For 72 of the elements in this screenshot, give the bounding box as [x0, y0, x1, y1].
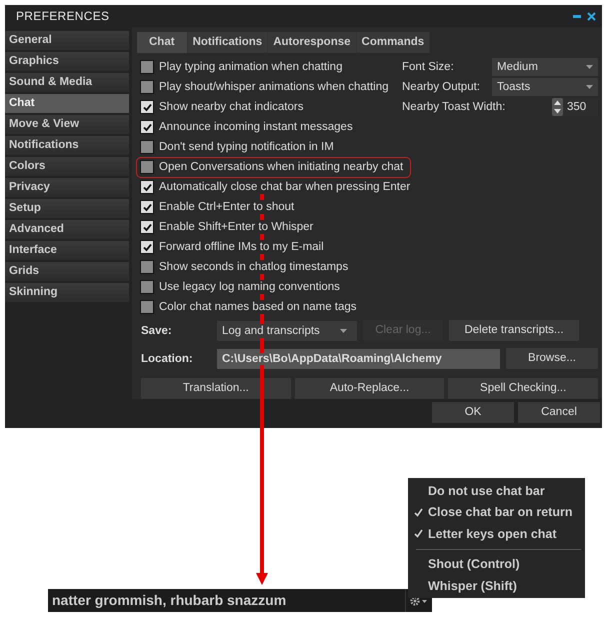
- sidebar-item[interactable]: Notifications: [5, 136, 129, 155]
- sidebar-item[interactable]: Sound & Media: [5, 73, 129, 92]
- sidebar-item[interactable]: Skinning: [5, 283, 129, 302]
- sidebar-item[interactable]: Interface: [5, 241, 129, 260]
- sidebar-item[interactable]: Chat: [5, 94, 129, 113]
- option-label: Don't send typing notification in IM: [158, 140, 335, 154]
- tab[interactable]: Chat: [137, 32, 187, 53]
- dropdown[interactable]: Log and transcripts: [217, 320, 357, 340]
- tab[interactable]: Commands: [356, 32, 430, 53]
- checkbox[interactable]: [140, 200, 154, 214]
- field-label: Save:: [140, 324, 173, 336]
- spinner-arrows-icon[interactable]: [552, 98, 563, 116]
- caret-icon: [340, 328, 347, 332]
- setting-label: Font Size:: [402, 60, 455, 74]
- checkbox[interactable]: [140, 300, 154, 314]
- sidebar-item[interactable]: Move & View: [5, 115, 129, 134]
- path-field[interactable]: C:\Users\Bo\AppData\Roaming\Alchemy: [217, 348, 500, 368]
- sidebar-item[interactable]: Graphics: [5, 52, 129, 71]
- menu-item[interactable]: Letter keys open chat: [408, 523, 585, 544]
- checkbox[interactable]: [140, 240, 154, 254]
- field-label: Location:: [140, 352, 194, 364]
- window-title: PREFERENCES: [16, 9, 110, 23]
- sidebar-item[interactable]: Privacy: [5, 178, 129, 197]
- tab[interactable]: Autoresponse: [268, 32, 356, 53]
- minimize-icon[interactable]: [573, 14, 581, 18]
- checkbox[interactable]: [140, 180, 154, 194]
- checkbox[interactable]: [140, 80, 154, 94]
- sidebar-item[interactable]: Colors: [5, 157, 129, 176]
- option-label: Play typing animation when chatting: [158, 60, 344, 74]
- option-label: Announce incoming instant messages: [158, 120, 354, 134]
- sidebar-item[interactable]: General: [5, 31, 129, 50]
- close-icon[interactable]: [587, 12, 596, 20]
- checkbox[interactable]: [140, 120, 154, 134]
- caret-icon: [586, 65, 593, 69]
- option-label: Enable Shift+Enter to Whisper: [158, 220, 314, 234]
- option-label: Show seconds in chatlog timestamps: [158, 260, 350, 274]
- option-label: Automatically close chat bar when pressing Enter: [158, 180, 412, 194]
- tab[interactable]: Notifications: [188, 32, 268, 53]
- button[interactable]: Browse...: [506, 348, 598, 369]
- sidebar-item[interactable]: Grids: [5, 262, 129, 281]
- button[interactable]: Auto-Replace...: [294, 378, 444, 399]
- option-label: Show nearby chat indicators: [158, 100, 304, 114]
- option-label: Open Conversations when initiating nearby chat: [158, 160, 404, 174]
- sidebar-item[interactable]: Advanced: [5, 220, 129, 239]
- checkbox[interactable]: [140, 280, 154, 294]
- option-label: Enable Ctrl+Enter to shout: [158, 200, 296, 214]
- button[interactable]: Spell Checking...: [448, 378, 598, 399]
- checkbox[interactable]: [140, 60, 154, 74]
- setting-label: Nearby Toast Width:: [402, 100, 506, 114]
- checkbox[interactable]: [140, 220, 154, 234]
- checkbox[interactable]: [140, 100, 154, 114]
- checkbox[interactable]: [140, 160, 154, 174]
- button[interactable]: Delete transcripts...: [449, 320, 579, 341]
- button[interactable]: Cancel: [518, 402, 600, 423]
- checkbox[interactable]: [140, 260, 154, 274]
- caret-icon: [586, 85, 593, 89]
- gear-icon[interactable]: [410, 596, 428, 606]
- menu-item[interactable]: Close chat bar on return: [408, 502, 585, 523]
- button[interactable]: OK: [432, 402, 514, 423]
- menu-item[interactable]: Shout (Control): [408, 554, 585, 575]
- option-label: Color chat names based on name tags: [158, 300, 358, 314]
- setting-label: Nearby Output:: [402, 80, 481, 94]
- checkbox[interactable]: [140, 140, 154, 154]
- dropdown[interactable]: Medium: [492, 58, 598, 76]
- menu-item[interactable]: Do not use chat bar: [408, 480, 585, 502]
- option-label: Forward offline IMs to my E-mail: [158, 240, 325, 254]
- button[interactable]: Translation...: [141, 378, 291, 399]
- menu-item[interactable]: Whisper (Shift): [408, 575, 585, 596]
- sidebar-item[interactable]: Setup: [5, 199, 129, 218]
- option-label: Use legacy log naming conventions: [158, 280, 341, 294]
- option-label: Play shout/whisper animations when chatting: [158, 80, 390, 94]
- dropdown[interactable]: Toasts: [492, 78, 598, 96]
